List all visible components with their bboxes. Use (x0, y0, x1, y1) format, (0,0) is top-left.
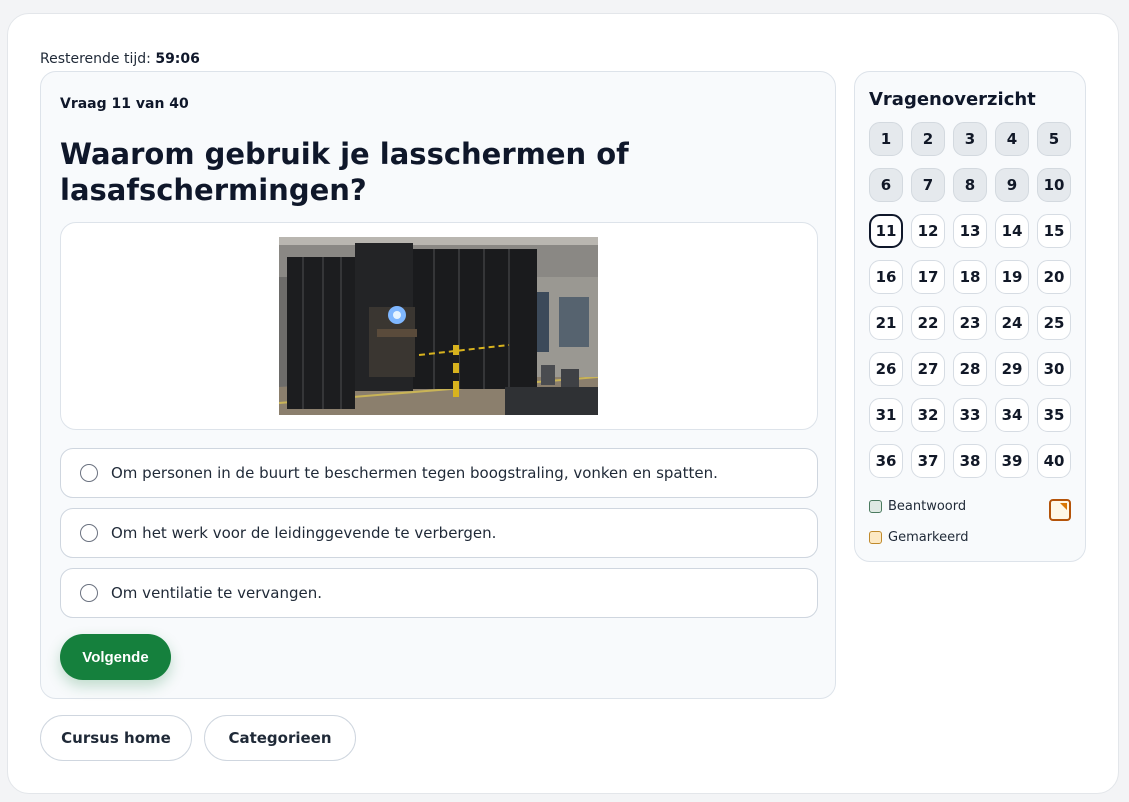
answer-option-text: Om personen in de buurt te beschermen te… (111, 464, 718, 482)
question-number-3[interactable]: 3 (953, 122, 987, 156)
course-home-button[interactable]: Cursus home (40, 715, 192, 761)
question-number-27[interactable]: 27 (911, 352, 945, 386)
question-number-26[interactable]: 26 (869, 352, 903, 386)
legend-marked-label: Gemarkeerd (888, 530, 969, 545)
question-number-25[interactable]: 25 (1037, 306, 1071, 340)
question-number-11[interactable]: 11 (869, 214, 903, 248)
answer-option-3[interactable]: Om ventilatie te vervangen. (60, 568, 818, 618)
question-number-2[interactable]: 2 (911, 122, 945, 156)
question-number-4[interactable]: 4 (995, 122, 1029, 156)
question-number-35[interactable]: 35 (1037, 398, 1071, 432)
question-number-9[interactable]: 9 (995, 168, 1029, 202)
question-number-22[interactable]: 22 (911, 306, 945, 340)
answer-option-1[interactable]: Om personen in de buurt te beschermen te… (60, 448, 818, 498)
answered-swatch-icon (869, 500, 882, 513)
question-number-38[interactable]: 38 (953, 444, 987, 478)
question-number-14[interactable]: 14 (995, 214, 1029, 248)
question-number-17[interactable]: 17 (911, 260, 945, 294)
remaining-time: Resterende tijd: 59:06 (40, 51, 200, 67)
question-number-36[interactable]: 36 (869, 444, 903, 478)
question-number-16[interactable]: 16 (869, 260, 903, 294)
question-number-37[interactable]: 37 (911, 444, 945, 478)
question-number-39[interactable]: 39 (995, 444, 1029, 478)
timer-value: 59:06 (155, 51, 200, 67)
radio-circle-icon[interactable] (80, 584, 98, 602)
mark-flag-icon[interactable] (1049, 499, 1071, 521)
question-number-19[interactable]: 19 (995, 260, 1029, 294)
question-number-15[interactable]: 15 (1037, 214, 1071, 248)
question-photo (279, 237, 598, 415)
legend-marked: Gemarkeerd (869, 530, 968, 545)
question-number-12[interactable]: 12 (911, 214, 945, 248)
radio-circle-icon[interactable] (80, 524, 98, 542)
question-number-32[interactable]: 32 (911, 398, 945, 432)
question-number-24[interactable]: 24 (995, 306, 1029, 340)
question-number-33[interactable]: 33 (953, 398, 987, 432)
question-number-20[interactable]: 20 (1037, 260, 1071, 294)
question-number-grid: 1 2 3 4 5 6 7 8 9 10 11 12 13 14 15 16 17 18 19 20 21 22 23 24 2… (869, 122, 1071, 478)
question-number-8[interactable]: 8 (953, 168, 987, 202)
question-number-40[interactable]: 40 (1037, 444, 1071, 478)
legend-answered: Beantwoord (869, 499, 966, 514)
answer-option-text: Om het werk voor de leidinggevende te ve… (111, 524, 497, 542)
next-button[interactable]: Volgende (60, 634, 171, 680)
answer-option-text: Om ventilatie te vervangen. (111, 584, 323, 602)
question-number-1[interactable]: 1 (869, 122, 903, 156)
question-number-6[interactable]: 6 (869, 168, 903, 202)
question-overview-panel: Vragenoverzicht 1 2 3 4 5 6 7 8 9 10 11 12 13 14 15 16 1… (854, 71, 1086, 562)
mark-corner-icon (1060, 503, 1067, 510)
question-number-30[interactable]: 30 (1037, 352, 1071, 386)
categories-button[interactable]: Categorieen (204, 715, 356, 761)
timer-label: Resterende tijd: (40, 51, 151, 67)
question-number-10[interactable]: 10 (1037, 168, 1071, 202)
answer-option-2[interactable]: Om het werk voor de leidinggevende te ve… (60, 508, 818, 558)
question-number-23[interactable]: 23 (953, 306, 987, 340)
radio-circle-icon[interactable] (80, 464, 98, 482)
legend-answered-label: Beantwoord (888, 499, 967, 514)
marked-swatch-icon (869, 531, 882, 544)
question-image-box (60, 222, 818, 430)
question-card: Vraag 11 van 40 Waarom gebruik je lassch… (40, 71, 836, 699)
question-number-21[interactable]: 21 (869, 306, 903, 340)
question-number-18[interactable]: 18 (953, 260, 987, 294)
question-counter: Vraag 11 van 40 (60, 96, 189, 112)
question-number-28[interactable]: 28 (953, 352, 987, 386)
question-number-34[interactable]: 34 (995, 398, 1029, 432)
question-title: Waarom gebruik je lasschermen of lasafsc… (60, 137, 629, 207)
overview-title: Vragenoverzicht (869, 89, 1036, 110)
question-number-5[interactable]: 5 (1037, 122, 1071, 156)
question-number-31[interactable]: 31 (869, 398, 903, 432)
question-number-7[interactable]: 7 (911, 168, 945, 202)
question-number-29[interactable]: 29 (995, 352, 1029, 386)
question-number-13[interactable]: 13 (953, 214, 987, 248)
